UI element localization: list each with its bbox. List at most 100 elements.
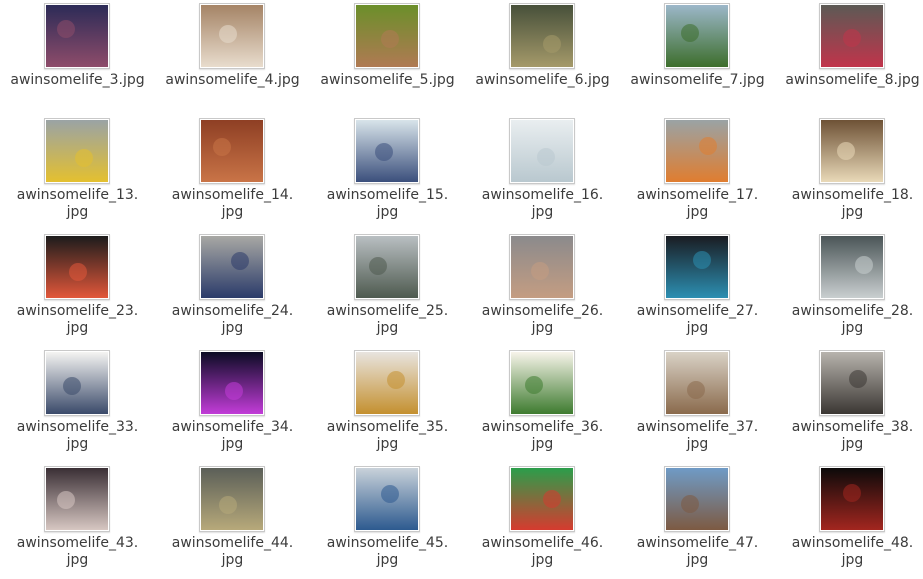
file-name-label: awinsomelife_8.jpg — [775, 72, 923, 89]
image-person-green-thumbnail[interactable] — [354, 3, 420, 69]
file-name-label: awinsomelife_33. jpg — [0, 419, 155, 453]
file-name-label: awinsomelife_7.jpg — [620, 72, 775, 89]
file-name-line: jpg — [841, 204, 864, 220]
file-name-line: awinsomelife_4.jpg — [165, 72, 300, 88]
file-item[interactable]: awinsomelife_44. jpg — [155, 0, 310, 568]
file-name-label: awinsomelife_34. jpg — [155, 419, 310, 453]
image-station-thumbnail[interactable] — [354, 234, 420, 300]
file-name-line: jpg — [686, 204, 709, 220]
image-group-photo-thumbnail[interactable] — [354, 118, 420, 184]
file-name-line: jpg — [686, 320, 709, 336]
file-name-line: awinsomelife_18. — [791, 187, 914, 203]
image-light-tower-thumbnail[interactable] — [199, 350, 265, 416]
file-name-line: awinsomelife_14. — [171, 187, 294, 203]
file-name-line: jpg — [376, 320, 399, 336]
file-name-label: awinsomelife_37. jpg — [620, 419, 775, 453]
file-name-line: awinsomelife_8.jpg — [785, 72, 920, 88]
file-name-label: awinsomelife_18. jpg — [775, 187, 923, 221]
image-beach-selfie-thumbnail[interactable] — [664, 466, 730, 532]
file-name-line: awinsomelife_28. — [791, 303, 914, 319]
file-name-label: awinsomelife_25. jpg — [310, 303, 465, 337]
image-buildings-thumbnail[interactable] — [664, 3, 730, 69]
file-name-line: awinsomelife_33. — [16, 419, 139, 435]
file-name-label: awinsomelife_6.jpg — [465, 72, 620, 89]
file-name-label: awinsomelife_13. jpg — [0, 187, 155, 221]
image-quote-forest-thumbnail[interactable] — [509, 3, 575, 69]
file-name-label: awinsomelife_44. jpg — [155, 535, 310, 569]
image-bicycles-thumbnail[interactable] — [199, 234, 265, 300]
file-name-line: awinsomelife_34. — [171, 419, 294, 435]
file-name-line: awinsomelife_6.jpg — [475, 72, 610, 88]
image-hotel-room-thumbnail[interactable] — [44, 466, 110, 532]
file-name-line: awinsomelife_16. — [481, 187, 604, 203]
image-grill-thumbnail[interactable] — [819, 350, 885, 416]
image-green-stage-thumbnail[interactable] — [509, 466, 575, 532]
image-dark-night-thumbnail[interactable] — [819, 466, 885, 532]
file-name-label: awinsomelife_26. jpg — [465, 303, 620, 337]
file-name-line: jpg — [376, 552, 399, 568]
file-name-label: awinsomelife_45. jpg — [310, 535, 465, 569]
file-name-line: jpg — [66, 204, 89, 220]
file-item[interactable]: awinsomelife_47. jpg — [620, 0, 775, 568]
image-shopping-cart-thumbnail[interactable] — [354, 466, 420, 532]
file-name-line: awinsomelife_45. — [326, 535, 449, 551]
file-name-label: awinsomelife_5.jpg — [310, 72, 465, 89]
file-item[interactable]: awinsomelife_46. jpg — [465, 0, 620, 568]
file-name-line: jpg — [531, 436, 554, 452]
file-item[interactable]: awinsomelife_45. jpg — [310, 0, 465, 568]
file-name-label: awinsomelife_36. jpg — [465, 419, 620, 453]
file-name-label: awinsomelife_23. jpg — [0, 303, 155, 337]
image-map-route-orange-thumbnail[interactable] — [664, 118, 730, 184]
image-pool-night-thumbnail[interactable] — [664, 234, 730, 300]
file-name-line: awinsomelife_27. — [636, 303, 759, 319]
file-name-line: jpg — [841, 320, 864, 336]
file-item[interactable]: awinsomelife_48. jpg — [775, 0, 923, 568]
file-name-label: awinsomelife_16. jpg — [465, 187, 620, 221]
image-food-table-thumbnail[interactable] — [819, 118, 885, 184]
image-quote-mountain-thumbnail[interactable] — [819, 234, 885, 300]
image-quote-volcano-thumbnail[interactable] — [199, 466, 265, 532]
file-name-line: awinsomelife_44. — [171, 535, 294, 551]
file-name-label: awinsomelife_24. jpg — [155, 303, 310, 337]
image-map-route-thumbnail[interactable] — [44, 118, 110, 184]
file-name-label: awinsomelife_17. jpg — [620, 187, 775, 221]
image-cafe-thumbnail[interactable] — [664, 350, 730, 416]
file-name-line: awinsomelife_17. — [636, 187, 759, 203]
file-name-line: awinsomelife_3.jpg — [10, 72, 145, 88]
image-quote-clouds-thumbnail[interactable] — [509, 118, 575, 184]
image-salad-bowl-thumbnail[interactable] — [44, 234, 110, 300]
file-name-line: jpg — [686, 436, 709, 452]
file-name-label: awinsomelife_4.jpg — [155, 72, 310, 89]
file-name-line: jpg — [841, 552, 864, 568]
file-name-label: awinsomelife_47. jpg — [620, 535, 775, 569]
file-name-line: awinsomelife_13. — [16, 187, 139, 203]
file-name-line: awinsomelife_5.jpg — [320, 72, 455, 88]
file-name-line: jpg — [221, 204, 244, 220]
image-toast-drinks-thumbnail[interactable] — [354, 350, 420, 416]
file-name-line: awinsomelife_46. — [481, 535, 604, 551]
file-name-label: awinsomelife_43. jpg — [0, 535, 155, 569]
image-crab-food-thumbnail[interactable] — [199, 118, 265, 184]
file-name-label: awinsomelife_28. jpg — [775, 303, 923, 337]
file-name-line: jpg — [221, 320, 244, 336]
image-selfie-thumbnail[interactable] — [509, 234, 575, 300]
image-luggage-thumbnail[interactable] — [819, 3, 885, 69]
file-name-line: jpg — [376, 204, 399, 220]
file-name-line: jpg — [686, 552, 709, 568]
file-name-line: jpg — [531, 320, 554, 336]
file-name-line: jpg — [531, 552, 554, 568]
image-quote-leaves-thumbnail[interactable] — [509, 350, 575, 416]
file-name-label: awinsomelife_38. jpg — [775, 419, 923, 453]
file-name-line: awinsomelife_15. — [326, 187, 449, 203]
file-name-line: jpg — [221, 436, 244, 452]
file-name-line: awinsomelife_24. — [171, 303, 294, 319]
file-name-line: jpg — [66, 320, 89, 336]
image-drinks-thumbnail[interactable] — [199, 3, 265, 69]
file-name-line: awinsomelife_36. — [481, 419, 604, 435]
image-quote-purple-thumbnail[interactable] — [44, 3, 110, 69]
file-item[interactable]: awinsomelife_43. jpg — [0, 0, 155, 568]
image-infographic-thumbnail[interactable] — [44, 350, 110, 416]
file-name-label: awinsomelife_3.jpg — [0, 72, 155, 89]
file-name-line: awinsomelife_26. — [481, 303, 604, 319]
file-name-line: jpg — [66, 552, 89, 568]
